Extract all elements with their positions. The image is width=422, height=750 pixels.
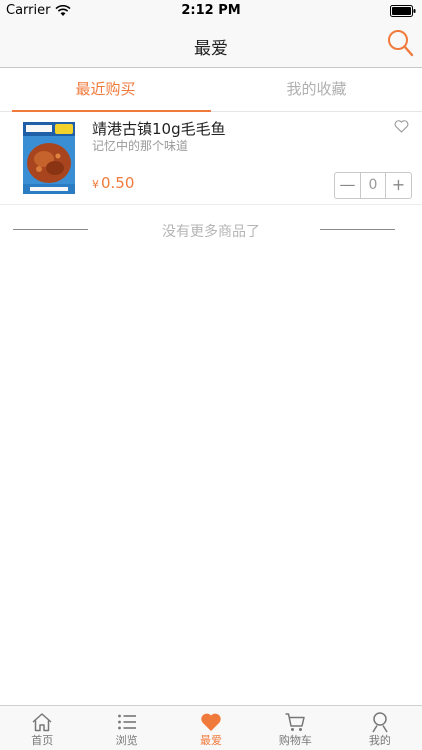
product-price: ¥0.50 <box>92 174 134 192</box>
search-icon[interactable] <box>386 28 414 58</box>
decrease-quantity-button[interactable]: — <box>335 173 361 198</box>
product-description: 记忆中的那个味道 <box>92 139 189 153</box>
increase-quantity-button[interactable]: + <box>385 173 411 198</box>
currency-symbol: ¥ <box>92 178 99 191</box>
product-image[interactable] <box>22 121 76 195</box>
battery-icon <box>390 5 416 17</box>
segment-tabs: 最近购买 我的收藏 <box>0 68 422 112</box>
tabbar-item-favorites[interactable]: 最爱 <box>169 706 253 750</box>
tabbar-label-favorites: 最爱 <box>200 734 223 747</box>
tab-recent-purchases[interactable]: 最近购买 <box>0 68 211 112</box>
tabbar-item-cart[interactable]: 购物车 <box>253 706 337 750</box>
tabbar-label-browse: 浏览 <box>115 734 138 747</box>
tabbar-item-profile[interactable]: 我的 <box>338 706 422 750</box>
quantity-stepper: — 0 + <box>334 172 412 199</box>
no-more-items-text: 没有更多商品了 <box>162 224 260 240</box>
bottom-tab-bar: 首页 浏览 最爱 购物车 我的 <box>0 705 422 750</box>
divider-right <box>320 229 395 230</box>
tabbar-label-cart: 购物车 <box>278 734 312 747</box>
product-row[interactable]: 靖港古镇10g毛毛鱼 记忆中的那个味道 ¥0.50 — 0 + <box>0 113 422 205</box>
quantity-value: 0 <box>368 177 378 193</box>
status-time: 2:12 PM <box>181 3 241 18</box>
active-tab-indicator <box>12 110 211 112</box>
tabbar-label-profile: 我的 <box>368 734 391 747</box>
page-title: 最爱 <box>194 39 228 59</box>
tabbar-item-home[interactable]: 首页 <box>0 706 84 750</box>
home-icon <box>32 713 52 732</box>
product-name[interactable]: 靖港古镇10g毛毛鱼 <box>92 118 226 139</box>
no-more-items: 没有更多商品了 <box>0 220 422 240</box>
tabbar-item-browse[interactable]: 浏览 <box>84 706 168 750</box>
favorite-heart-icon[interactable] <box>394 120 409 133</box>
cart-icon <box>285 713 306 731</box>
list-icon <box>117 714 136 730</box>
status-bar: Carrier 2:12 PM <box>0 0 422 22</box>
tabbar-label-home: 首页 <box>31 734 54 747</box>
app-screen: Carrier 2:12 PM 最爱 最近购买 我的收藏 靖港古镇10g毛毛鱼 … <box>0 0 422 750</box>
price-value: 0.50 <box>101 174 135 192</box>
user-icon <box>372 712 388 733</box>
tab-my-favorites[interactable]: 我的收藏 <box>211 68 422 112</box>
heart-icon <box>201 713 221 731</box>
nav-bar: 最爱 <box>0 22 422 68</box>
